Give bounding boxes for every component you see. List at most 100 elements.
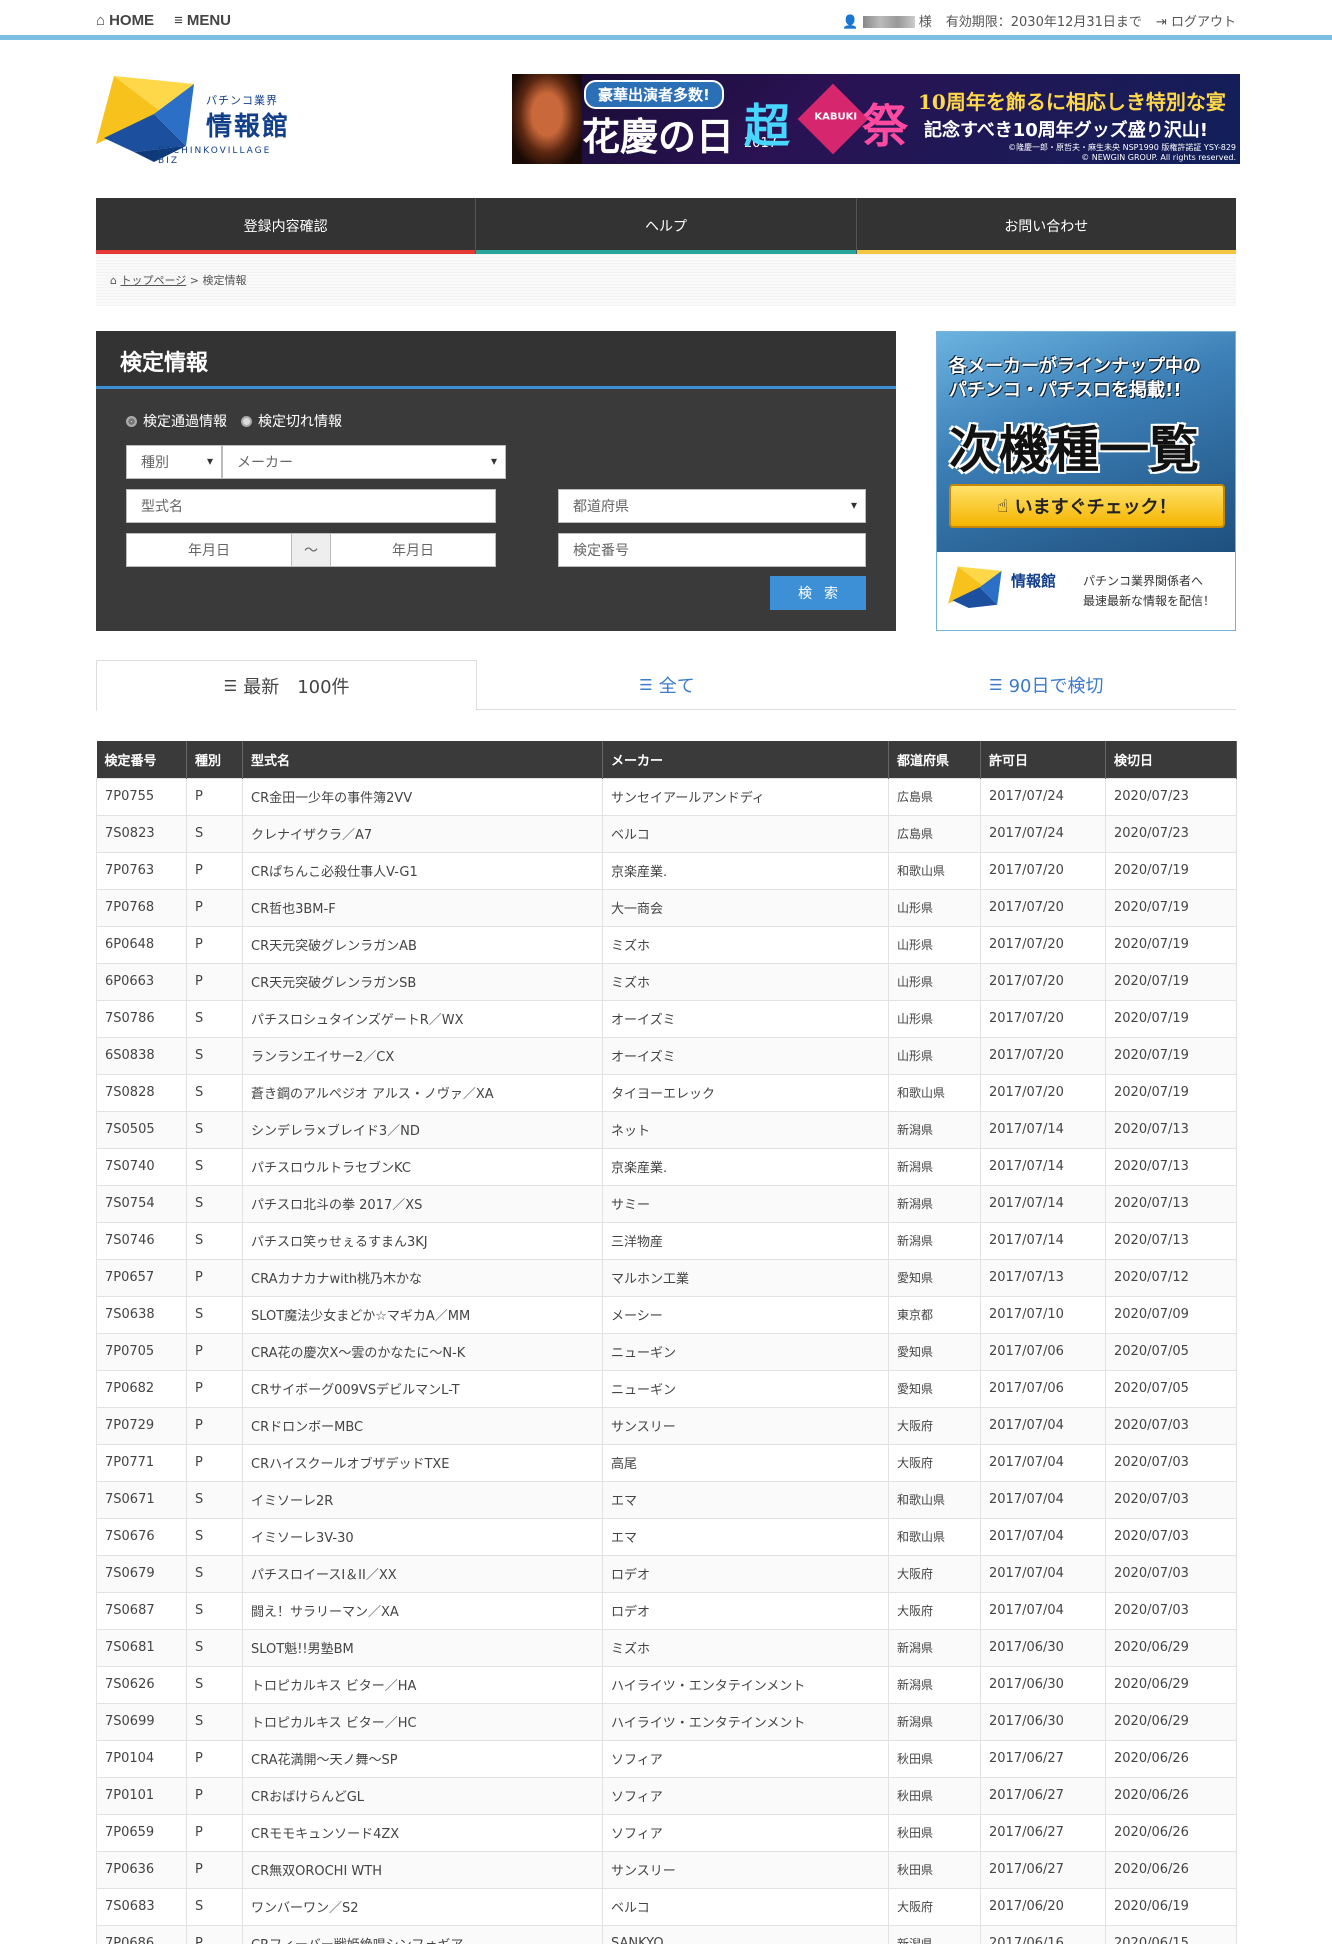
table-row[interactable]: 7S0740 S パチスロウルトラセブンKC 京楽産業. 新潟県 2017/07/14 20… [96, 1147, 1237, 1186]
user-icon: 👤 [842, 14, 859, 30]
cell-maker: ロデオ [602, 1591, 889, 1630]
cell-approval-date: 2017/06/20 [980, 1887, 1106, 1926]
table-row[interactable]: 7S0676 S イミソーレ3V-30 エマ 和歌山県 2017/07/04 2020/07… [96, 1517, 1237, 1556]
cell-expiry-date: 2020/06/29 [1105, 1665, 1237, 1704]
cell-approval-date: 2017/07/04 [980, 1554, 1106, 1593]
table-row[interactable]: 7P0657 P CRAカナカナwith桃乃木かな マルホン工業 愛知県 2017/07/… [96, 1258, 1237, 1297]
table-row[interactable]: 7S0699 S トロピカルキス ビター／HC ハイライツ・エンタテインメント 新潟県 2… [96, 1702, 1237, 1741]
cell-expiry-date: 2020/07/13 [1105, 1147, 1237, 1186]
cell-model: パチスロ笑ゥせぇるすまん3KJ [242, 1221, 603, 1260]
breadcrumb-home-link[interactable]: トップページ [120, 274, 186, 287]
date-from-input[interactable]: 年月日 [126, 533, 292, 567]
cell-maker: オーイズミ [602, 1036, 889, 1075]
site-logo[interactable]: パチンコ業界 情報館 PACHINKOVILLAGE BIZ [94, 74, 294, 166]
table-row[interactable]: 7P0771 P CRハイスクールオブザデッドTXE 高尾 大阪府 2017/07/04 2… [96, 1443, 1237, 1482]
table-row[interactable]: 6P0663 P CR天元突破グレンラガンSB ミズホ 山形県 2017/07/20 202… [96, 962, 1237, 1001]
table-row[interactable]: 7S0746 S パチスロ笑ゥせぇるすまん3KJ 三洋物産 新潟県 2017/07/14 2… [96, 1221, 1237, 1260]
table-row[interactable]: 7S0687 S 闘え！サラリーマン／XA ロデオ 大阪府 2017/07/04 2020/… [96, 1591, 1237, 1630]
cell-maker: ハイライツ・エンタテインメント [602, 1702, 889, 1741]
table-row[interactable]: 7S0638 S SLOT魔法少女まどか☆マギカA／MM メーシー 東京都 2017/07… [96, 1295, 1237, 1334]
table-row[interactable]: 7S0681 S SLOT魁!!男塾BM ミズホ 新潟県 2017/06/30 2020/0… [96, 1628, 1237, 1667]
cell-type: S [186, 999, 243, 1038]
cell-maker: エマ [602, 1480, 889, 1519]
menu-link[interactable]: ≡ MENU [174, 12, 231, 29]
col-header-maker[interactable]: メーカー [602, 741, 889, 778]
cell-approval-date: 2017/06/30 [980, 1702, 1106, 1741]
certification-number-input[interactable]: 検定番号 [558, 533, 866, 567]
table-row[interactable]: 7S0626 S トロピカルキス ビター／HA ハイライツ・エンタテインメント 新潟県 2… [96, 1665, 1237, 1704]
cell-prefecture: 新潟県 [888, 1924, 981, 1944]
type-select[interactable]: 種別 [126, 445, 222, 479]
nav-item-help[interactable]: ヘルプ [476, 198, 857, 254]
side-ad-banner[interactable]: 各メーカーがラインナップ中の パチンコ・パチスロを掲載!! 次機種一覧 ☝ いま… [936, 331, 1236, 631]
table-row[interactable]: 7S0786 S パチスロシュタインズゲートR／WX オーイズミ 山形県 2017/07/… [96, 999, 1237, 1038]
cell-prefecture: 秋田県 [888, 1850, 981, 1889]
prefecture-select[interactable]: 都道府県 [558, 489, 866, 523]
table-row[interactable]: 7S0823 S クレナイザクラ／A7 ベルコ 広島県 2017/07/24 2020/07… [96, 814, 1237, 853]
cell-type: S [186, 1628, 243, 1667]
table-row[interactable]: 7S0754 S パチスロ北斗の拳 2017／XS サミー 新潟県 2017/07/14 2… [96, 1184, 1237, 1223]
col-header-approval-date[interactable]: 許可日 [980, 741, 1106, 778]
model-name-input[interactable]: 型式名 [126, 489, 496, 523]
tab-expiring-90days[interactable]: ☰ 90日で検切 [857, 660, 1236, 709]
cell-expiry-date: 2020/07/13 [1105, 1184, 1237, 1223]
table-row[interactable]: 7P0763 P CRぱちんこ必殺仕事人V-G1 京楽産業. 和歌山県 2017/07/2… [96, 851, 1237, 890]
cell-expiry-date: 2020/06/26 [1105, 1850, 1237, 1889]
table-row[interactable]: 7P0101 P CRおばけらんどGL ソフィア 秋田県 2017/06/27 2020/0… [96, 1776, 1237, 1815]
header-ad-banner[interactable]: 豪華出演者多数! 花慶の日 2017 超 KABUKI 祭 10周年を飾るに相応… [512, 74, 1240, 164]
cell-maker: ミズホ [602, 925, 889, 964]
cell-expiry-date: 2020/07/19 [1105, 1036, 1237, 1075]
cell-expiry-date: 2020/06/15 [1105, 1924, 1237, 1944]
col-header-type[interactable]: 種別 [186, 741, 243, 778]
table-row[interactable]: 7S0671 S イミソーレ2R エマ 和歌山県 2017/07/04 2020/07/03 [96, 1480, 1237, 1519]
nav-item-registration[interactable]: 登録内容確認 [96, 198, 477, 254]
cell-maker: ソフィア [602, 1776, 889, 1815]
col-header-number[interactable]: 検定番号 [96, 741, 187, 778]
table-row[interactable]: 7P0636 P CR無双OROCHI WTH サンスリー 秋田県 2017/06/27 2… [96, 1850, 1237, 1889]
cell-approval-date: 2017/06/27 [980, 1739, 1106, 1778]
cell-approval-date: 2017/07/20 [980, 999, 1106, 1038]
cell-number: 7S0683 [96, 1887, 187, 1926]
table-row[interactable]: 7P0682 P CRサイボーグ009VSデビルマンL-T ニューギン 愛知県 2017/… [96, 1369, 1237, 1408]
col-header-model[interactable]: 型式名 [242, 741, 603, 778]
table-row[interactable]: 7S0679 S パチスロイースI＆II／XX ロデオ 大阪府 2017/07/04 202… [96, 1554, 1237, 1593]
table-row[interactable]: 7P0686PCRフィーバー戦姫絶唱シンフォギアSANKYO新潟県2017/06… [96, 1924, 1237, 1944]
side-ad-title: 次機種一覧 [949, 420, 1199, 479]
tab-all[interactable]: ☰ 全て [477, 660, 856, 709]
radio-expired[interactable]: 検定切れ情報 [241, 411, 342, 431]
cell-prefecture: 大阪府 [888, 1554, 981, 1593]
table-row[interactable]: 7P0729 P CRドロンボーMBC サンスリー 大阪府 2017/07/04 2020/… [96, 1406, 1237, 1445]
table-row[interactable]: 7P0755 P CR金田一少年の事件簿2VV サンセイアールアンドディ 広島県 2017… [96, 777, 1237, 816]
blurred-name [862, 16, 915, 28]
logout-icon: ⇥ [1155, 14, 1167, 30]
side-ad-cta-button[interactable]: ☝ いますぐチェック！ [949, 484, 1225, 528]
nav-item-contact[interactable]: お問い合わせ [856, 198, 1237, 254]
table-row[interactable]: 7P0659 P CRモモキュンソード4ZX ソフィア 秋田県 2017/06/27 202… [96, 1813, 1237, 1852]
cell-type: P [186, 1776, 243, 1815]
main-nav: 登録内容確認 ヘルプ お問い合わせ [96, 198, 1237, 254]
cell-approval-date: 2017/07/10 [980, 1295, 1106, 1334]
radio-passed[interactable]: 検定通過情報 [126, 411, 227, 431]
date-to-input[interactable]: 年月日 [330, 533, 496, 567]
table-row[interactable]: 7P0104 P CRA花満開～天ノ舞～SP ソフィア 秋田県 2017/06/27 202… [96, 1739, 1237, 1778]
table-row[interactable]: 7S0828 S 蒼き鋼のアルペジオ アルス・ノヴァ／XA タイヨーエレック 和歌山県 2… [96, 1073, 1237, 1112]
banner-character-image [512, 74, 582, 164]
tab-latest[interactable]: ☰ 最新 100件 [96, 660, 478, 711]
table-row[interactable]: 7S0505 S シンデレラ×ブレイド3／ND ネット 新潟県 2017/07/14 202… [96, 1110, 1237, 1149]
cell-number: 7S0754 [96, 1184, 187, 1223]
table-row[interactable]: 7P0705 P CRA花の慶次X～雲のかなたに～N-K ニューギン 愛知県 2017/0… [96, 1332, 1237, 1371]
col-header-prefecture[interactable]: 都道府県 [888, 741, 981, 778]
logout-link[interactable]: ⇥ ログアウト [1156, 11, 1236, 30]
table-row[interactable]: 7P0768 P CR哲也3BM-F 大一商会 山形県 2017/07/20 2020/07… [96, 888, 1237, 927]
cell-prefecture: 山形県 [888, 962, 981, 1001]
col-header-expiry-date[interactable]: 検切日 [1105, 741, 1237, 778]
maker-select[interactable]: メーカー [222, 445, 506, 479]
search-button[interactable]: 検索 [770, 576, 866, 610]
table-row[interactable]: 6S0838 S ランランエイサー2／CX オーイズミ 山形県 2017/07/20 202… [96, 1036, 1237, 1075]
cell-maker: サンセイアールアンドディ [602, 777, 889, 816]
top-nav: ⌂ HOME ≡ MENU [96, 12, 231, 29]
cell-number: 7S0699 [96, 1702, 187, 1741]
table-row[interactable]: 6P0648 P CR天元突破グレンラガンAB ミズホ 山形県 2017/07/20 202… [96, 925, 1237, 964]
table-row[interactable]: 7S0683 S ワンバーワン／S2 ベルコ 大阪府 2017/06/20 2020/06/… [96, 1887, 1237, 1926]
home-link[interactable]: ⌂ HOME [96, 12, 154, 29]
